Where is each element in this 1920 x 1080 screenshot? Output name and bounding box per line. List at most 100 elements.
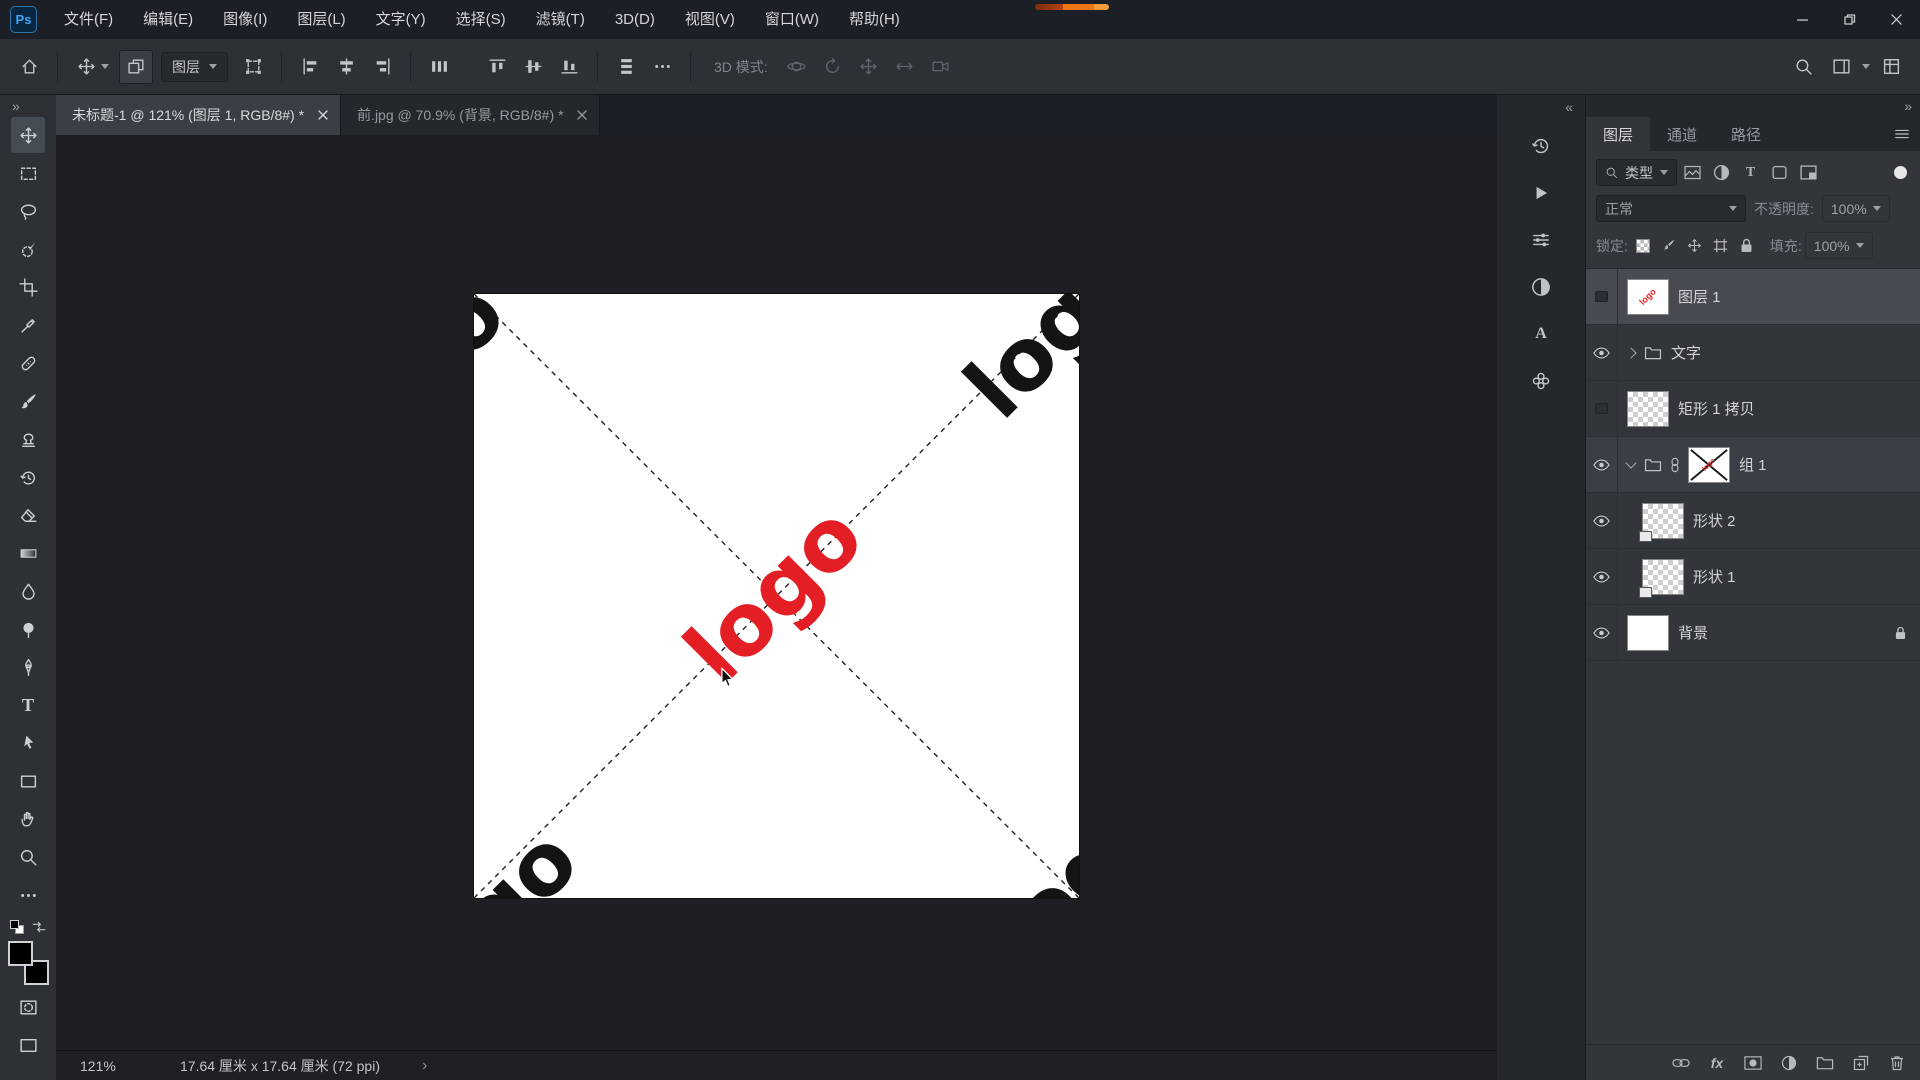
new-adjustment-layer-button[interactable] bbox=[1778, 1052, 1800, 1074]
layer-row-6[interactable]: 形状 1 bbox=[1586, 549, 1920, 605]
layer-visibility-eye-icon[interactable] bbox=[1586, 437, 1618, 492]
document-canvas[interactable]: logo logologologologo bbox=[474, 294, 1079, 898]
lasso-tool[interactable] bbox=[11, 193, 45, 229]
align-right-button[interactable] bbox=[365, 50, 399, 84]
workspace-switcher-icon[interactable] bbox=[1874, 50, 1908, 84]
filter-smart-icon[interactable] bbox=[1795, 159, 1822, 186]
layer-row-2[interactable]: 文字 bbox=[1586, 325, 1920, 381]
more-align-options-button[interactable] bbox=[645, 50, 679, 84]
menu-item-3d[interactable]: 3D(D) bbox=[600, 0, 670, 39]
swap-colors-icon[interactable] bbox=[30, 918, 48, 936]
rectangular-marquee-tool[interactable] bbox=[11, 155, 45, 191]
actions-panel-icon[interactable] bbox=[1523, 175, 1559, 211]
foreground-background-colors[interactable] bbox=[7, 941, 49, 985]
current-tool-preset[interactable] bbox=[69, 50, 117, 84]
menu-item-filter[interactable]: 滤镜(T) bbox=[521, 0, 600, 39]
layer-style-button[interactable]: fx bbox=[1706, 1052, 1728, 1074]
chevron-down-icon[interactable] bbox=[1862, 64, 1870, 69]
menu-item-edit[interactable]: 编辑(E) bbox=[128, 0, 208, 39]
hand-tool[interactable] bbox=[11, 801, 45, 837]
gradient-tool[interactable] bbox=[11, 535, 45, 571]
search-icon[interactable] bbox=[1786, 50, 1820, 84]
layer-row-4[interactable]: logo 组 1 bbox=[1586, 437, 1920, 493]
fill-dropdown[interactable]: 100% bbox=[1804, 232, 1873, 259]
distribute-vertical-button[interactable] bbox=[609, 50, 643, 84]
layer-visibility-hidden[interactable] bbox=[1586, 381, 1618, 436]
close-tab-icon[interactable] bbox=[318, 110, 328, 120]
character-panel-icon[interactable]: A bbox=[1523, 316, 1559, 352]
layer-visibility-eye-icon[interactable] bbox=[1586, 549, 1618, 604]
opacity-dropdown[interactable]: 100% bbox=[1821, 195, 1890, 222]
crop-tool[interactable] bbox=[11, 269, 45, 305]
expand-group-icon[interactable] bbox=[1625, 346, 1637, 359]
history-panel-icon[interactable] bbox=[1523, 128, 1559, 164]
clone-stamp-tool[interactable] bbox=[11, 421, 45, 457]
filter-type-icon[interactable]: T bbox=[1737, 159, 1764, 186]
document-tab-1[interactable]: 未标题-1 @ 121% (图层 1, RGB/8#) * bbox=[56, 95, 342, 135]
rectangle-tool[interactable] bbox=[11, 763, 45, 799]
panel-tab-paths[interactable]: 路径 bbox=[1714, 117, 1778, 151]
panel-tab-channels[interactable]: 通道 bbox=[1650, 117, 1714, 151]
spot-healing-brush-tool[interactable] bbox=[11, 345, 45, 381]
restore-button[interactable] bbox=[1826, 0, 1873, 39]
filter-adjust-icon[interactable] bbox=[1708, 159, 1735, 186]
screen-mode-button[interactable] bbox=[11, 1027, 45, 1063]
brush-tool[interactable] bbox=[11, 383, 45, 419]
photoshop-logo-icon[interactable]: Ps bbox=[10, 6, 37, 33]
close-button[interactable] bbox=[1873, 0, 1920, 39]
document-tab-2[interactable]: 前.jpg @ 70.9% (背景, RGB/8#) * bbox=[341, 95, 601, 135]
minimize-button[interactable] bbox=[1779, 0, 1826, 39]
path-selection-tool[interactable] bbox=[11, 725, 45, 761]
properties-panel-icon[interactable] bbox=[1523, 222, 1559, 258]
menu-item-file[interactable]: 文件(F) bbox=[49, 0, 128, 39]
filter-type-dropdown[interactable]: 类型 bbox=[1596, 159, 1677, 186]
filter-pixel-icon[interactable] bbox=[1679, 159, 1706, 186]
zoom-tool[interactable] bbox=[11, 839, 45, 875]
pasteboard[interactable]: logo logologologologo bbox=[56, 135, 1497, 1050]
menu-item-view[interactable]: 视图(V) bbox=[670, 0, 750, 39]
slide-3d-button[interactable] bbox=[888, 50, 922, 84]
dodge-tool[interactable] bbox=[11, 611, 45, 647]
layer-row-5[interactable]: 形状 2 bbox=[1586, 493, 1920, 549]
menu-item-window[interactable]: 窗口(W) bbox=[750, 0, 834, 39]
adjustments-panel-icon[interactable] bbox=[1523, 269, 1559, 305]
roll-3d-button[interactable] bbox=[816, 50, 850, 84]
align-top-button[interactable] bbox=[480, 50, 514, 84]
lock-artboard-icon[interactable] bbox=[1709, 234, 1733, 258]
layer-thumbnail[interactable] bbox=[1627, 390, 1669, 427]
layer-row-3[interactable]: 矩形 1 拷贝 bbox=[1586, 381, 1920, 437]
lock-pixels-icon[interactable] bbox=[1657, 234, 1681, 258]
menu-item-help[interactable]: 帮助(H) bbox=[834, 0, 915, 39]
move-tool[interactable] bbox=[11, 117, 45, 153]
align-bottom-button[interactable] bbox=[552, 50, 586, 84]
menu-item-image[interactable]: 图像(I) bbox=[208, 0, 282, 39]
collapse-group-icon[interactable] bbox=[1625, 456, 1637, 469]
auto-select-target-dropdown[interactable]: 图层 bbox=[161, 51, 228, 82]
lock-all-icon[interactable] bbox=[1735, 234, 1759, 258]
foreground-color-swatch[interactable] bbox=[8, 941, 33, 966]
quick-mask-button[interactable] bbox=[11, 989, 45, 1025]
filter-toggle-icon[interactable] bbox=[1894, 166, 1907, 179]
layer-thumbnail[interactable]: logo bbox=[1627, 278, 1669, 315]
zoom-level-field[interactable]: 121% bbox=[80, 1058, 142, 1074]
align-center-h-button[interactable] bbox=[329, 50, 363, 84]
layer-thumbnail[interactable] bbox=[1627, 614, 1669, 651]
document-info[interactable]: 17.64 厘米 x 17.64 厘米 (72 ppi) bbox=[180, 1056, 380, 1076]
show-transform-controls-toggle[interactable] bbox=[236, 50, 270, 84]
blend-mode-dropdown[interactable]: 正常 bbox=[1596, 195, 1746, 222]
eyedropper-tool[interactable] bbox=[11, 307, 45, 343]
shape-layer-thumbnail[interactable] bbox=[1639, 502, 1684, 542]
styles-panel-icon[interactable] bbox=[1523, 363, 1559, 399]
orbit-3d-button[interactable] bbox=[780, 50, 814, 84]
layer-visibility-eye-icon[interactable] bbox=[1586, 605, 1618, 660]
layer-row-7[interactable]: 背景 bbox=[1586, 605, 1920, 661]
history-brush-tool[interactable] bbox=[11, 459, 45, 495]
menu-item-select[interactable]: 选择(S) bbox=[441, 0, 521, 39]
link-layers-button[interactable] bbox=[1670, 1052, 1692, 1074]
home-button[interactable] bbox=[12, 50, 46, 84]
panel-tab-layers[interactable]: 图层 bbox=[1586, 117, 1651, 151]
menu-item-layer[interactable]: 图层(L) bbox=[282, 0, 360, 39]
eraser-tool[interactable] bbox=[11, 497, 45, 533]
layer-visibility-eye-icon[interactable] bbox=[1586, 493, 1618, 548]
filter-shape-icon[interactable] bbox=[1766, 159, 1793, 186]
